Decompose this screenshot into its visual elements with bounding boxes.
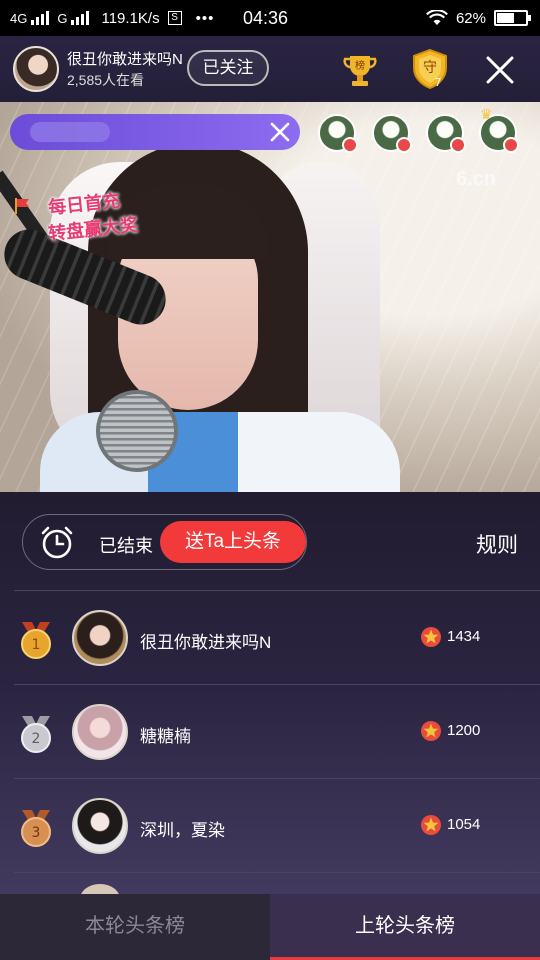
rank-row[interactable]: 3 深圳，夏染 1054 [0, 780, 540, 872]
user-name: 糖糖楠 [140, 727, 191, 746]
audience-badge-icon [342, 137, 358, 153]
alarm-clock-icon [41, 526, 73, 559]
rank-row[interactable]: 2 糖糖楠 1200 [0, 686, 540, 778]
rank-number: 3 [32, 825, 41, 841]
video-microphone-head [96, 390, 178, 472]
guard-shield-icon[interactable]: 守 7 [410, 48, 450, 90]
battery-icon [494, 10, 531, 26]
audience-avatar[interactable] [372, 114, 412, 153]
star-coin-icon [421, 721, 441, 741]
divider [14, 590, 540, 591]
shield-label: 守 [423, 60, 437, 76]
status-right: 62% [425, 0, 531, 36]
divider [14, 872, 540, 873]
audience-badge-icon [396, 137, 412, 153]
signal-icon [31, 11, 50, 25]
audience-avatar[interactable] [318, 114, 358, 153]
audience-badge-icon [503, 137, 519, 153]
trophy-icon[interactable]: 榜 [342, 52, 378, 88]
status-bar: 4G G 119.1K/s S ••• 04:36 62% [0, 0, 540, 36]
audience-avatar[interactable] [426, 114, 466, 153]
round-status: 已结束 [99, 536, 153, 556]
star-coin-icon [421, 815, 441, 835]
video-streamer-shirt [40, 412, 400, 492]
divider [14, 684, 540, 685]
flag-icon [15, 198, 29, 214]
more-notifications-icon: ••• [195, 9, 215, 27]
network-type-g: G [57, 10, 68, 26]
user-name: 很丑你敢进来吗N [140, 633, 272, 652]
anchor-name: 很丑你敢进来吗N [67, 51, 183, 68]
headline-board: 已结束 送Ta上头条 规则 1 很丑你敢进来吗N 1434 2 糖糖楠 1200… [0, 492, 540, 960]
follow-button[interactable]: 已关注 [187, 50, 269, 86]
shield-count: 7 [435, 76, 442, 89]
star-coin-icon [421, 627, 441, 647]
network-type-4g: 4G [10, 10, 28, 26]
viewer-count: 2,585人在看 [67, 72, 145, 88]
anchor-avatar[interactable] [13, 46, 59, 92]
wifi-icon [425, 10, 448, 25]
audience-badge-icon [450, 137, 466, 153]
status-left: 4G G 119.1K/s S ••• [10, 10, 214, 27]
user-score: 1434 [447, 628, 481, 645]
user-avatar[interactable] [72, 610, 128, 666]
tab-current-round[interactable]: 本轮头条榜 [0, 894, 270, 960]
bronze-medal-icon: 3 [21, 810, 51, 847]
divider [14, 778, 540, 779]
banner-close-icon[interactable] [268, 120, 292, 144]
tab-last-round[interactable]: 上轮头条榜 [270, 894, 540, 960]
battery-percent: 62% [455, 9, 486, 27]
live-room-screen: 4G G 119.1K/s S ••• 04:36 62% 很丑你敢进来吗N 2… [0, 0, 540, 960]
board-tabs: 本轮头条榜 上轮头条榜 [0, 894, 540, 960]
send-headline-button[interactable]: 送Ta上头条 [160, 521, 306, 563]
status-time: 04:36 [243, 8, 289, 28]
network-speed: 119.1K/s [101, 9, 160, 27]
gift-banner[interactable] [10, 114, 300, 150]
room-header: 很丑你敢进来吗N 2,585人在看 已关注 榜 守 7 [0, 36, 540, 102]
rank-row[interactable]: 1 很丑你敢进来吗N 1434 [0, 592, 540, 684]
user-avatar[interactable] [72, 704, 128, 760]
user-score: 1200 [447, 722, 481, 739]
banner-decoration [30, 122, 110, 142]
rules-link[interactable]: 规则 [476, 529, 518, 559]
rank-number: 2 [32, 731, 41, 747]
close-icon[interactable] [484, 54, 516, 86]
s-notification-icon: S [167, 11, 182, 25]
recharge-promo[interactable]: 每日首充 转盘赢大奖 [47, 190, 139, 243]
trophy-label: 榜 [355, 59, 365, 72]
silver-medal-icon: 2 [21, 716, 51, 753]
user-score: 1054 [447, 816, 481, 833]
gold-medal-icon: 1 [21, 622, 51, 659]
round-timer: 已结束 送Ta上头条 [22, 514, 307, 570]
platform-watermark: 6.cn [456, 168, 497, 190]
signal-icon-2 [71, 11, 90, 25]
user-name: 深圳，夏染 [140, 821, 225, 840]
crown-icon: ♛ [480, 106, 493, 122]
rank-number: 1 [32, 637, 41, 653]
user-avatar[interactable] [72, 798, 128, 854]
live-video[interactable]: ♛ 6.cn 每日首充 转盘赢大奖 [0, 102, 540, 492]
